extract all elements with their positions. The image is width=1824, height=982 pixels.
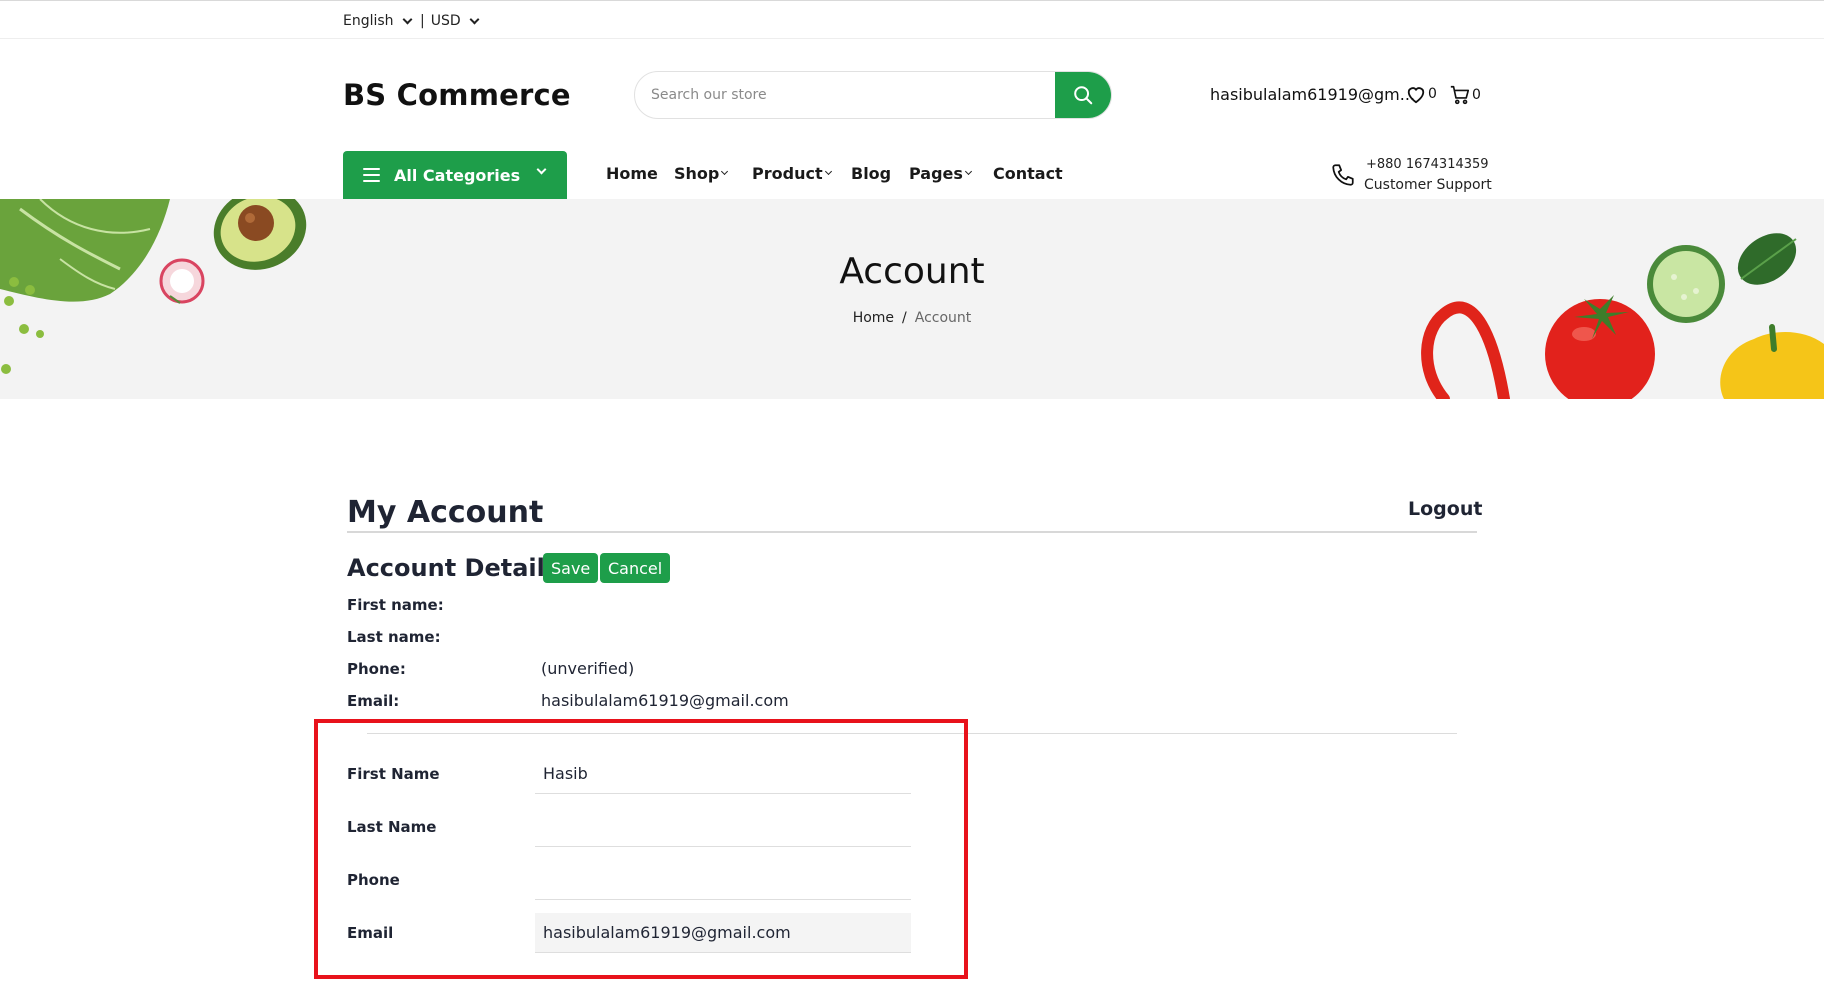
phone-icon	[1332, 164, 1354, 186]
last-name-info-label: Last name:	[347, 628, 441, 646]
email-label: Email	[347, 924, 394, 942]
divider	[367, 733, 1457, 734]
save-button[interactable]: Save	[543, 553, 599, 583]
nav-item-label: Home	[606, 164, 658, 183]
chevron-down-icon	[721, 167, 729, 176]
nav-item-label: Product	[752, 164, 823, 183]
search-button[interactable]	[1055, 72, 1111, 118]
language-selector[interactable]: English	[343, 13, 413, 29]
vegetables-left-decoration	[0, 199, 307, 374]
menu-icon	[363, 168, 380, 182]
chevron-down-icon	[402, 14, 413, 24]
my-account-title: My Account	[347, 495, 544, 530]
nav-item-label: Shop	[674, 164, 720, 183]
nav-item-shop[interactable]: Shop	[674, 164, 729, 183]
phone-input[interactable]	[535, 860, 911, 900]
first-name-input[interactable]	[535, 754, 911, 794]
phone-label: Phone	[347, 871, 400, 889]
cart-count: 0	[1472, 87, 1481, 103]
logout-button[interactable]: Logout	[1408, 498, 1482, 520]
page-banner: Account Home / Account	[0, 199, 1824, 399]
breadcrumb-home[interactable]: Home	[853, 310, 894, 326]
nav-item-contact[interactable]: Contact	[993, 164, 1063, 183]
wishlist-button[interactable]: 0	[1405, 84, 1437, 104]
account-details-title: Account Details	[347, 554, 560, 582]
nav-item-product[interactable]: Product	[752, 164, 832, 183]
phone-info-label: Phone:	[347, 660, 406, 678]
support-label: Customer Support	[1364, 177, 1492, 193]
first-name-label: First Name	[347, 765, 440, 783]
last-name-input[interactable]	[535, 807, 911, 847]
cart-icon	[1450, 85, 1470, 105]
breadcrumb-current: Account	[914, 310, 972, 326]
language-label: English	[343, 13, 394, 29]
search-icon	[1074, 86, 1093, 105]
phone-info-value: (unverified)	[541, 659, 635, 678]
all-categories-button[interactable]: All Categories	[343, 151, 567, 199]
chevron-down-icon	[536, 164, 547, 175]
wishlist-count: 0	[1428, 86, 1437, 102]
nav-item-label: Contact	[993, 164, 1063, 183]
currency-selector[interactable]: | USD	[420, 13, 480, 29]
email-info-value: hasibulalam61919@gmail.com	[541, 691, 789, 710]
first-name-info-label: First name:	[347, 596, 444, 614]
nav-item-label: Pages	[909, 164, 963, 183]
nav-item-home[interactable]: Home	[606, 164, 658, 183]
cancel-button[interactable]: Cancel	[600, 553, 671, 583]
email-info-label: Email:	[347, 692, 400, 710]
chevron-down-icon	[824, 167, 832, 176]
search-bar	[634, 71, 1112, 119]
top-bar: English | USD	[0, 0, 1824, 39]
account-link[interactable]: hasibulalam61919@gm...	[1210, 85, 1415, 104]
vegetables-right-decoration	[1421, 233, 1824, 399]
site-logo[interactable]: BS Commerce	[343, 78, 571, 112]
divider	[347, 531, 1477, 533]
chevron-down-icon	[469, 14, 480, 24]
nav-item-pages[interactable]: Pages	[909, 164, 972, 183]
separator: |	[420, 13, 425, 29]
breadcrumb-separator: /	[902, 310, 907, 326]
breadcrumb: Home / Account	[0, 310, 1824, 326]
cart-button[interactable]: 0	[1449, 84, 1481, 106]
currency-label: USD	[430, 13, 461, 29]
last-name-label: Last Name	[347, 818, 437, 836]
heart-icon	[1407, 87, 1425, 104]
email-input[interactable]	[535, 913, 911, 953]
chevron-down-icon	[964, 167, 972, 176]
all-categories-label: All Categories	[394, 165, 521, 185]
support-phone: +880 1674314359	[1366, 157, 1489, 172]
search-input[interactable]	[635, 72, 1057, 118]
nav-item-blog[interactable]: Blog	[851, 164, 891, 183]
nav-item-label: Blog	[851, 164, 892, 183]
page-title: Account	[839, 251, 985, 292]
